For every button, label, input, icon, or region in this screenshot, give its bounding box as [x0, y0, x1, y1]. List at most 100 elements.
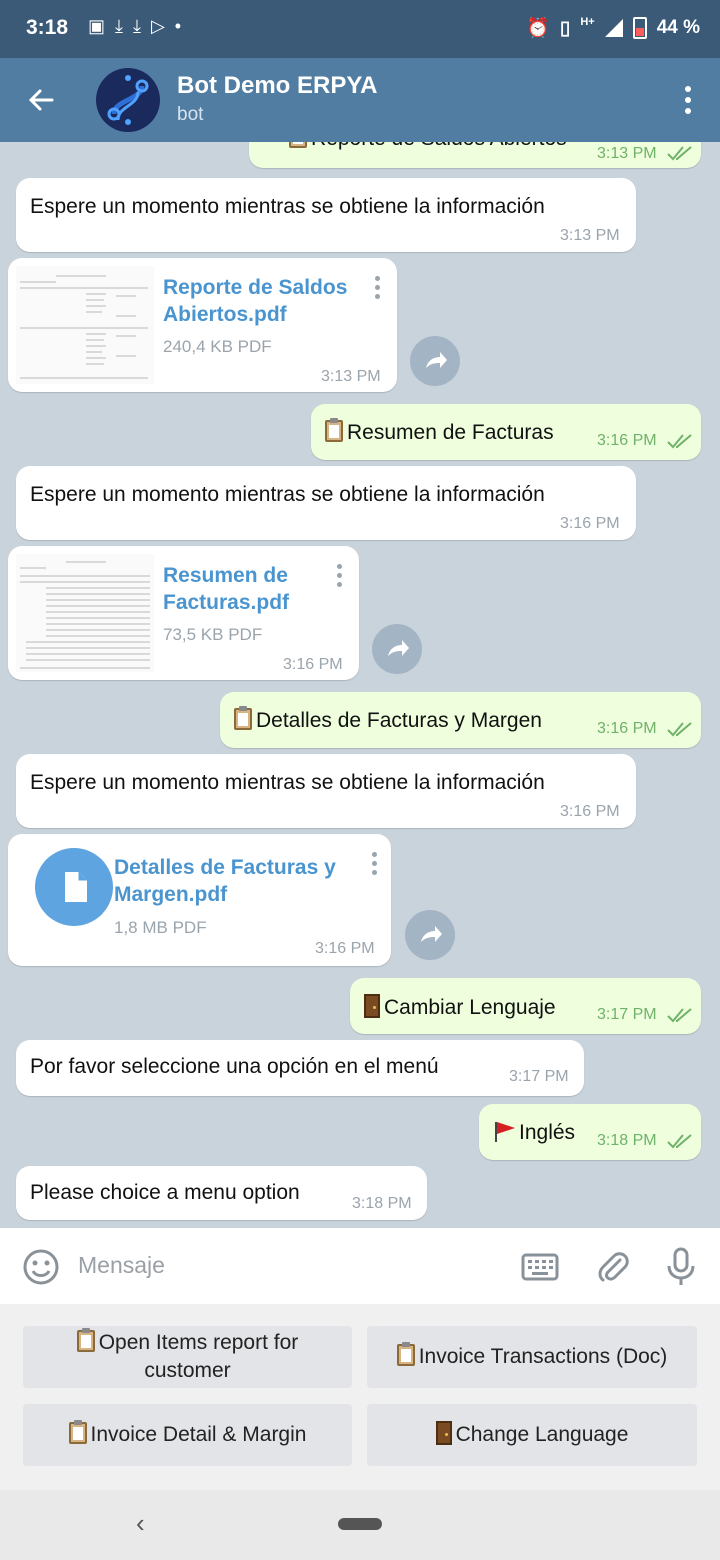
incoming-message[interactable]: Please choice a menu option 3:18 PM [16, 1166, 427, 1220]
file-message[interactable]: Reporte de Saldos Abiertos.pdf 240,4 KB P… [8, 258, 397, 392]
keyboard-button-invoice-detail[interactable]: Invoice Detail & Margin [23, 1404, 352, 1466]
message-text: Por favor seleccione una opción en el me… [30, 1055, 439, 1078]
keyboard-icon[interactable] [520, 1250, 560, 1289]
file-message[interactable]: Resumen de Facturas.pdf 73,5 KB PDF 3:16 … [8, 546, 359, 680]
keyboard-button-change-language[interactable]: Change Language [367, 1404, 697, 1466]
incoming-message[interactable]: Espere un momento mientras se obtiene la… [16, 178, 636, 252]
message-text: Please choice a menu option [30, 1181, 300, 1204]
more-options-icon[interactable] [678, 80, 698, 120]
chat-subtitle: bot [177, 104, 204, 125]
pdf-preview-icon [16, 266, 154, 384]
outgoing-message[interactable]: Cambiar Lenguaje 3:17 PM [350, 978, 701, 1034]
nav-back-icon[interactable]: ‹ [136, 1508, 145, 1539]
chat-header: Bot Demo ERPYA bot [0, 58, 720, 142]
clipboard-icon [289, 142, 307, 148]
dot-icon: • [174, 16, 192, 36]
message-time: 3:17 PM [509, 1068, 569, 1085]
outgoing-message[interactable]: Inglés 3:18 PM [479, 1104, 701, 1160]
message-time: 3:16 PM [597, 720, 657, 737]
file-menu-icon[interactable] [372, 276, 382, 299]
avatar[interactable] [96, 68, 160, 132]
status-time: 3:18 [26, 16, 69, 39]
double-check-icon [667, 146, 692, 161]
door-icon [435, 1421, 452, 1445]
message-time: 3:16 PM [597, 432, 657, 449]
alarm-icon: ⏰ [526, 18, 550, 39]
keyboard-button-open-items[interactable]: Open Items report for customer [23, 1326, 352, 1388]
outgoing-message[interactable]: Resumen de Facturas 3:16 PM [311, 404, 701, 460]
message-time: 3:18 PM [352, 1195, 412, 1212]
message-time: 3:16 PM [560, 515, 620, 532]
file-size: 240,4 KB PDF [163, 337, 272, 356]
message-time: 3:13 PM [597, 145, 657, 162]
share-icon[interactable] [410, 336, 460, 386]
message-composer: Mensaje [0, 1228, 720, 1305]
message-time: 3:18 PM [597, 1132, 657, 1149]
file-menu-icon[interactable] [334, 564, 344, 587]
keyboard-button-label: Change Language [435, 1421, 628, 1449]
screenshot-icon: ▣ [88, 16, 116, 36]
message-time: 3:13 PM [560, 227, 620, 244]
battery-percent: 44 % [656, 17, 700, 38]
clipboard-icon [68, 1420, 87, 1444]
download-icon: ⤓ [115, 16, 133, 36]
play-store-icon: ▷ [150, 16, 175, 36]
keyboard-button-label: Invoice Detail & Margin [68, 1420, 306, 1449]
bot-logo-icon [107, 75, 149, 125]
file-message[interactable]: Detalles de Facturas y Margen.pdf 1,8 MB … [8, 834, 391, 966]
message-time: 3:16 PM [315, 940, 375, 957]
outgoing-message[interactable]: Reporte de Saldos Abiertos 3:13 PM [249, 142, 701, 168]
message-list[interactable]: Reporte de Saldos Abiertos 3:13 PM Esper… [0, 142, 720, 1228]
double-check-icon [667, 1134, 692, 1149]
share-icon[interactable] [372, 624, 422, 674]
message-time: 3:16 PM [283, 656, 343, 673]
clipboard-icon [76, 1328, 95, 1352]
message-time: 3:16 PM [560, 803, 620, 820]
signal-icon [604, 19, 623, 37]
file-size: 1,8 MB PDF [114, 918, 207, 937]
microphone-icon[interactable] [664, 1246, 698, 1293]
emoji-icon[interactable] [22, 1248, 60, 1291]
system-nav-bar: ‹ [0, 1490, 720, 1560]
message-time: 3:13 PM [321, 368, 381, 385]
battery-icon [632, 17, 647, 39]
message-text: Espere un momento mientras se obtiene la… [30, 771, 545, 794]
vibrate-icon: ▯ [559, 17, 571, 39]
document-icon[interactable] [35, 848, 113, 926]
file-name[interactable]: Detalles de Facturas y Margen.pdf [114, 854, 336, 908]
back-arrow-icon[interactable] [22, 80, 62, 120]
outgoing-message[interactable]: Detalles de Facturas y Margen 3:16 PM [220, 692, 701, 748]
clipboard-icon [234, 706, 252, 730]
keyboard-button-label: Open Items report for customer [76, 1328, 298, 1385]
pdf-thumbnail[interactable] [16, 266, 154, 384]
nav-home-pill[interactable] [338, 1518, 382, 1530]
double-check-icon [667, 722, 692, 737]
message-text: Reporte de Saldos Abiertos [289, 142, 567, 151]
share-icon[interactable] [405, 910, 455, 960]
file-name[interactable]: Resumen de Facturas.pdf [163, 562, 289, 616]
message-text: Espere un momento mientras se obtiene la… [30, 483, 545, 506]
clipboard-icon [325, 418, 343, 442]
download-icon: ⤓ [132, 16, 151, 36]
double-check-icon [667, 434, 692, 449]
bot-keyboard: Open Items report for customer Invoice Tr… [0, 1304, 720, 1490]
message-text: Cambiar Lenguaje [364, 994, 556, 1020]
message-input[interactable]: Mensaje [78, 1252, 165, 1279]
file-menu-icon[interactable] [369, 852, 379, 875]
attach-icon[interactable] [594, 1248, 632, 1291]
chat-title[interactable]: Bot Demo ERPYA [177, 72, 377, 100]
network-type: H+ [580, 16, 595, 28]
pdf-thumbnail[interactable] [16, 554, 154, 672]
red-flag-icon [493, 1120, 515, 1142]
file-name[interactable]: Reporte de Saldos Abiertos.pdf [163, 274, 347, 328]
incoming-message[interactable]: Espere un momento mientras se obtiene la… [16, 466, 636, 540]
pdf-preview-icon [16, 554, 154, 672]
incoming-message[interactable]: Espere un momento mientras se obtiene la… [16, 754, 636, 828]
keyboard-button-invoice-transactions[interactable]: Invoice Transactions (Doc) [367, 1326, 697, 1388]
notification-icons: ▣⤓⤓▷• [88, 16, 191, 37]
message-text: Resumen de Facturas [325, 418, 554, 445]
status-right: ⏰ ▯ H+ 44 % [526, 16, 700, 40]
message-text: Espere un momento mientras se obtiene la… [30, 195, 545, 218]
status-bar: 3:18 ▣⤓⤓▷• ⏰ ▯ H+ 44 % [0, 0, 720, 58]
incoming-message[interactable]: Por favor seleccione una opción en el me… [16, 1040, 584, 1096]
